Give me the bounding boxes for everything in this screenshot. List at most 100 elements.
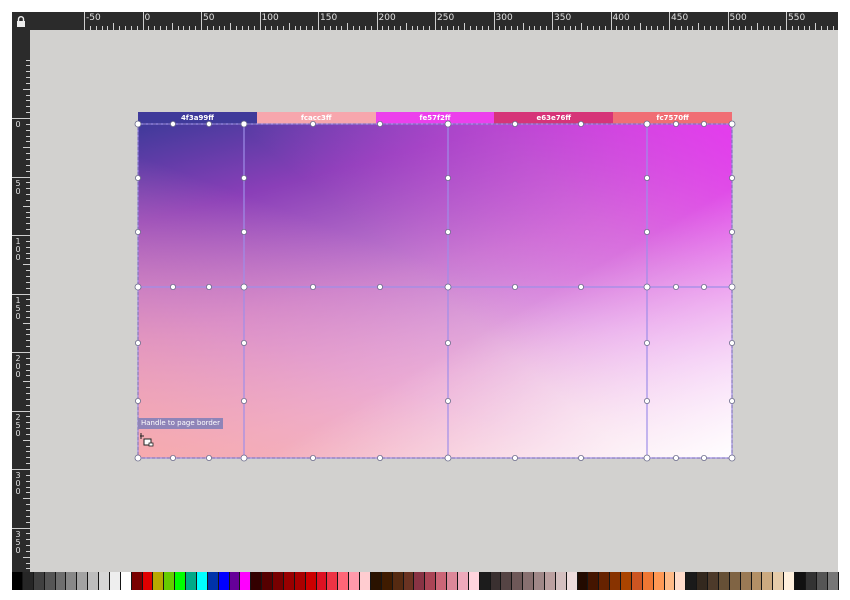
palette-swatch[interactable] (22, 572, 34, 590)
palette-swatch[interactable] (196, 572, 208, 590)
palette-swatch[interactable] (120, 572, 132, 590)
ruler-minor-tick (464, 23, 466, 30)
snap-cursor-icon (140, 433, 154, 447)
ruler-major-tick (84, 12, 85, 30)
palette-swatch[interactable] (642, 572, 654, 590)
palette-swatch[interactable] (729, 572, 741, 590)
palette-swatch[interactable] (392, 572, 404, 590)
palette-swatch[interactable] (251, 572, 263, 590)
palette-swatch[interactable] (164, 572, 176, 590)
palette-swatch[interactable] (338, 572, 350, 590)
palette-swatch[interactable] (675, 572, 687, 590)
ruler-major-tick (727, 12, 729, 30)
palette-swatch[interactable] (186, 572, 197, 590)
palette-swatch[interactable] (316, 572, 328, 590)
palette-swatch[interactable] (294, 572, 306, 590)
palette-swatch[interactable] (273, 572, 284, 590)
vertical-ruler[interactable]: 0 50 100 150 200 250 300 350 (12, 30, 30, 572)
palette-swatch[interactable] (425, 572, 437, 590)
palette-swatch[interactable] (44, 572, 56, 590)
palette-swatch[interactable] (599, 572, 611, 590)
palette-swatch[interactable] (784, 572, 795, 590)
palette-swatch[interactable] (555, 572, 567, 590)
palette-swatch[interactable] (740, 572, 752, 590)
palette-swatch[interactable] (240, 572, 252, 590)
palette-swatch[interactable] (447, 572, 458, 590)
palette-swatch[interactable] (207, 572, 219, 590)
palette-swatch[interactable] (99, 572, 110, 590)
palette-swatch[interactable] (479, 572, 491, 590)
palette-swatch[interactable] (153, 572, 165, 590)
palette-swatch[interactable] (762, 572, 774, 590)
palette-swatch[interactable] (827, 572, 839, 590)
palette-swatch[interactable] (621, 572, 632, 590)
palette-swatch[interactable] (436, 572, 447, 590)
palette-swatch[interactable] (697, 572, 708, 590)
palette-swatch[interactable] (381, 572, 393, 590)
palette-swatch[interactable] (33, 572, 45, 590)
inkscape-window: -50 0 50 100 150 200 250 300 350 400 450 500 550 0 50… (12, 12, 839, 590)
gradient-stop-swatch[interactable]: 4f3a99ff (138, 112, 257, 124)
palette-swatch[interactable] (708, 572, 719, 590)
palette-swatch[interactable] (457, 572, 469, 590)
palette-swatch[interactable] (523, 572, 534, 590)
horizontal-ruler[interactable]: -50 0 50 100 150 200 250 300 350 400 450 500 550 (30, 12, 838, 30)
palette-swatch[interactable] (816, 572, 828, 590)
canvas[interactable]: 4f3a99ff fcacc3ff fe57f2ff e63e76ff fc7570ff… (30, 30, 838, 572)
palette-swatch[interactable] (805, 572, 817, 590)
mesh-gradient-page[interactable] (138, 124, 732, 458)
palette-swatch[interactable] (305, 572, 317, 590)
palette-swatch[interactable] (773, 572, 785, 590)
ruler-minor-tick (756, 23, 758, 30)
palette-swatch[interactable] (175, 572, 186, 590)
ruler-label: 0 (144, 13, 151, 23)
ruler-label: 350 (15, 529, 21, 555)
palette-swatch[interactable] (77, 572, 89, 590)
gradient-stop-swatch[interactable]: fc7570ff (613, 112, 732, 124)
palette-swatch[interactable] (686, 572, 698, 590)
palette-swatch[interactable] (349, 572, 360, 590)
palette-swatch[interactable] (501, 572, 513, 590)
palette-swatch[interactable] (468, 572, 480, 590)
palette-swatch[interactable] (370, 572, 382, 590)
palette-swatch[interactable] (327, 572, 339, 590)
palette-swatch[interactable] (795, 572, 806, 590)
ruler-label: 350 (554, 13, 572, 23)
palette-swatch[interactable] (414, 572, 426, 590)
palette-swatch[interactable] (55, 572, 67, 590)
palette-swatch[interactable] (544, 572, 556, 590)
palette-swatch[interactable] (109, 572, 121, 590)
palette-swatch[interactable] (360, 572, 371, 590)
palette-swatch[interactable] (718, 572, 730, 590)
palette-swatch[interactable] (534, 572, 545, 590)
palette-swatch[interactable] (588, 572, 600, 590)
ruler-label: 100 (261, 13, 279, 23)
palette-swatch[interactable] (490, 572, 502, 590)
palette-swatch[interactable] (12, 572, 23, 590)
palette-swatch[interactable] (512, 572, 524, 590)
lock-icon[interactable] (12, 12, 30, 30)
palette-swatch[interactable] (577, 572, 589, 590)
palette-swatch[interactable] (664, 572, 676, 590)
palette-swatch[interactable] (653, 572, 665, 590)
palette-swatch[interactable] (131, 572, 143, 590)
palette-swatch[interactable] (610, 572, 621, 590)
ruler-major-tick (12, 527, 30, 529)
palette-swatch[interactable] (88, 572, 99, 590)
gradient-stop-swatch[interactable]: fe57f2ff (375, 112, 495, 124)
color-palette[interactable] (12, 572, 839, 590)
palette-swatch[interactable] (262, 572, 273, 590)
palette-swatch[interactable] (218, 572, 230, 590)
gradient-stop-swatch[interactable]: fcacc3ff (256, 112, 376, 124)
palette-swatch[interactable] (283, 572, 295, 590)
palette-swatch[interactable] (403, 572, 415, 590)
gradient-stop-swatch[interactable]: e63e76ff (494, 112, 614, 124)
palette-swatch[interactable] (566, 572, 578, 590)
ruler-minor-tick (113, 23, 115, 30)
ruler-major-tick (493, 12, 495, 30)
palette-swatch[interactable] (751, 572, 763, 590)
palette-swatch[interactable] (229, 572, 241, 590)
palette-swatch[interactable] (631, 572, 643, 590)
palette-swatch[interactable] (66, 572, 78, 590)
palette-swatch[interactable] (142, 572, 154, 590)
